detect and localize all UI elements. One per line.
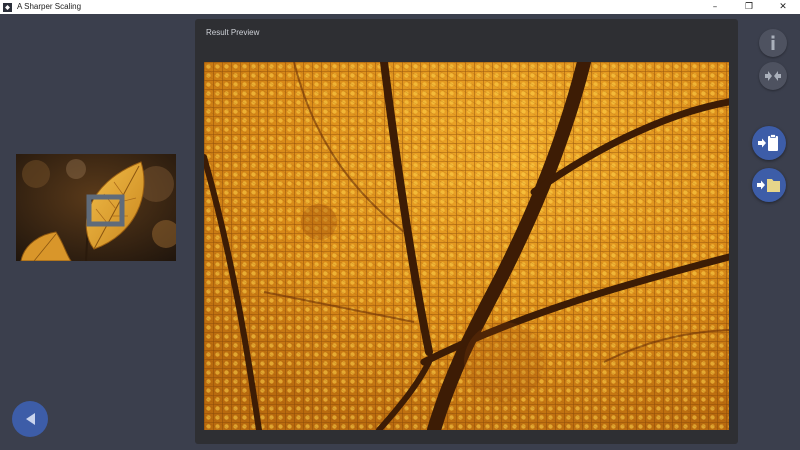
back-arrow-icon [26, 413, 35, 425]
save-to-folder-icon [757, 179, 780, 192]
result-preview-panel: Result Preview [195, 19, 738, 444]
close-button[interactable]: ✕ [766, 0, 800, 14]
compare-button[interactable] [759, 62, 787, 90]
source-thumbnail[interactable] [16, 154, 176, 261]
app-logo-icon [3, 2, 12, 12]
save-to-folder-button[interactable] [752, 168, 786, 202]
panel-title: Result Preview [206, 28, 260, 37]
title-bar: A Sharper Scaling – ❐ ✕ [0, 0, 800, 14]
info-button[interactable] [759, 29, 787, 57]
compare-icon [765, 71, 781, 81]
minimize-button[interactable]: – [698, 0, 732, 14]
back-button[interactable] [12, 401, 48, 437]
window-title: A Sharper Scaling [17, 2, 82, 11]
window-controls: – ❐ ✕ [698, 0, 800, 14]
maximize-button[interactable]: ❐ [732, 0, 766, 14]
result-preview-image [204, 62, 729, 430]
copy-to-clipboard-button[interactable] [752, 126, 786, 160]
info-icon [771, 35, 775, 50]
copy-to-clipboard-icon [758, 134, 778, 151]
